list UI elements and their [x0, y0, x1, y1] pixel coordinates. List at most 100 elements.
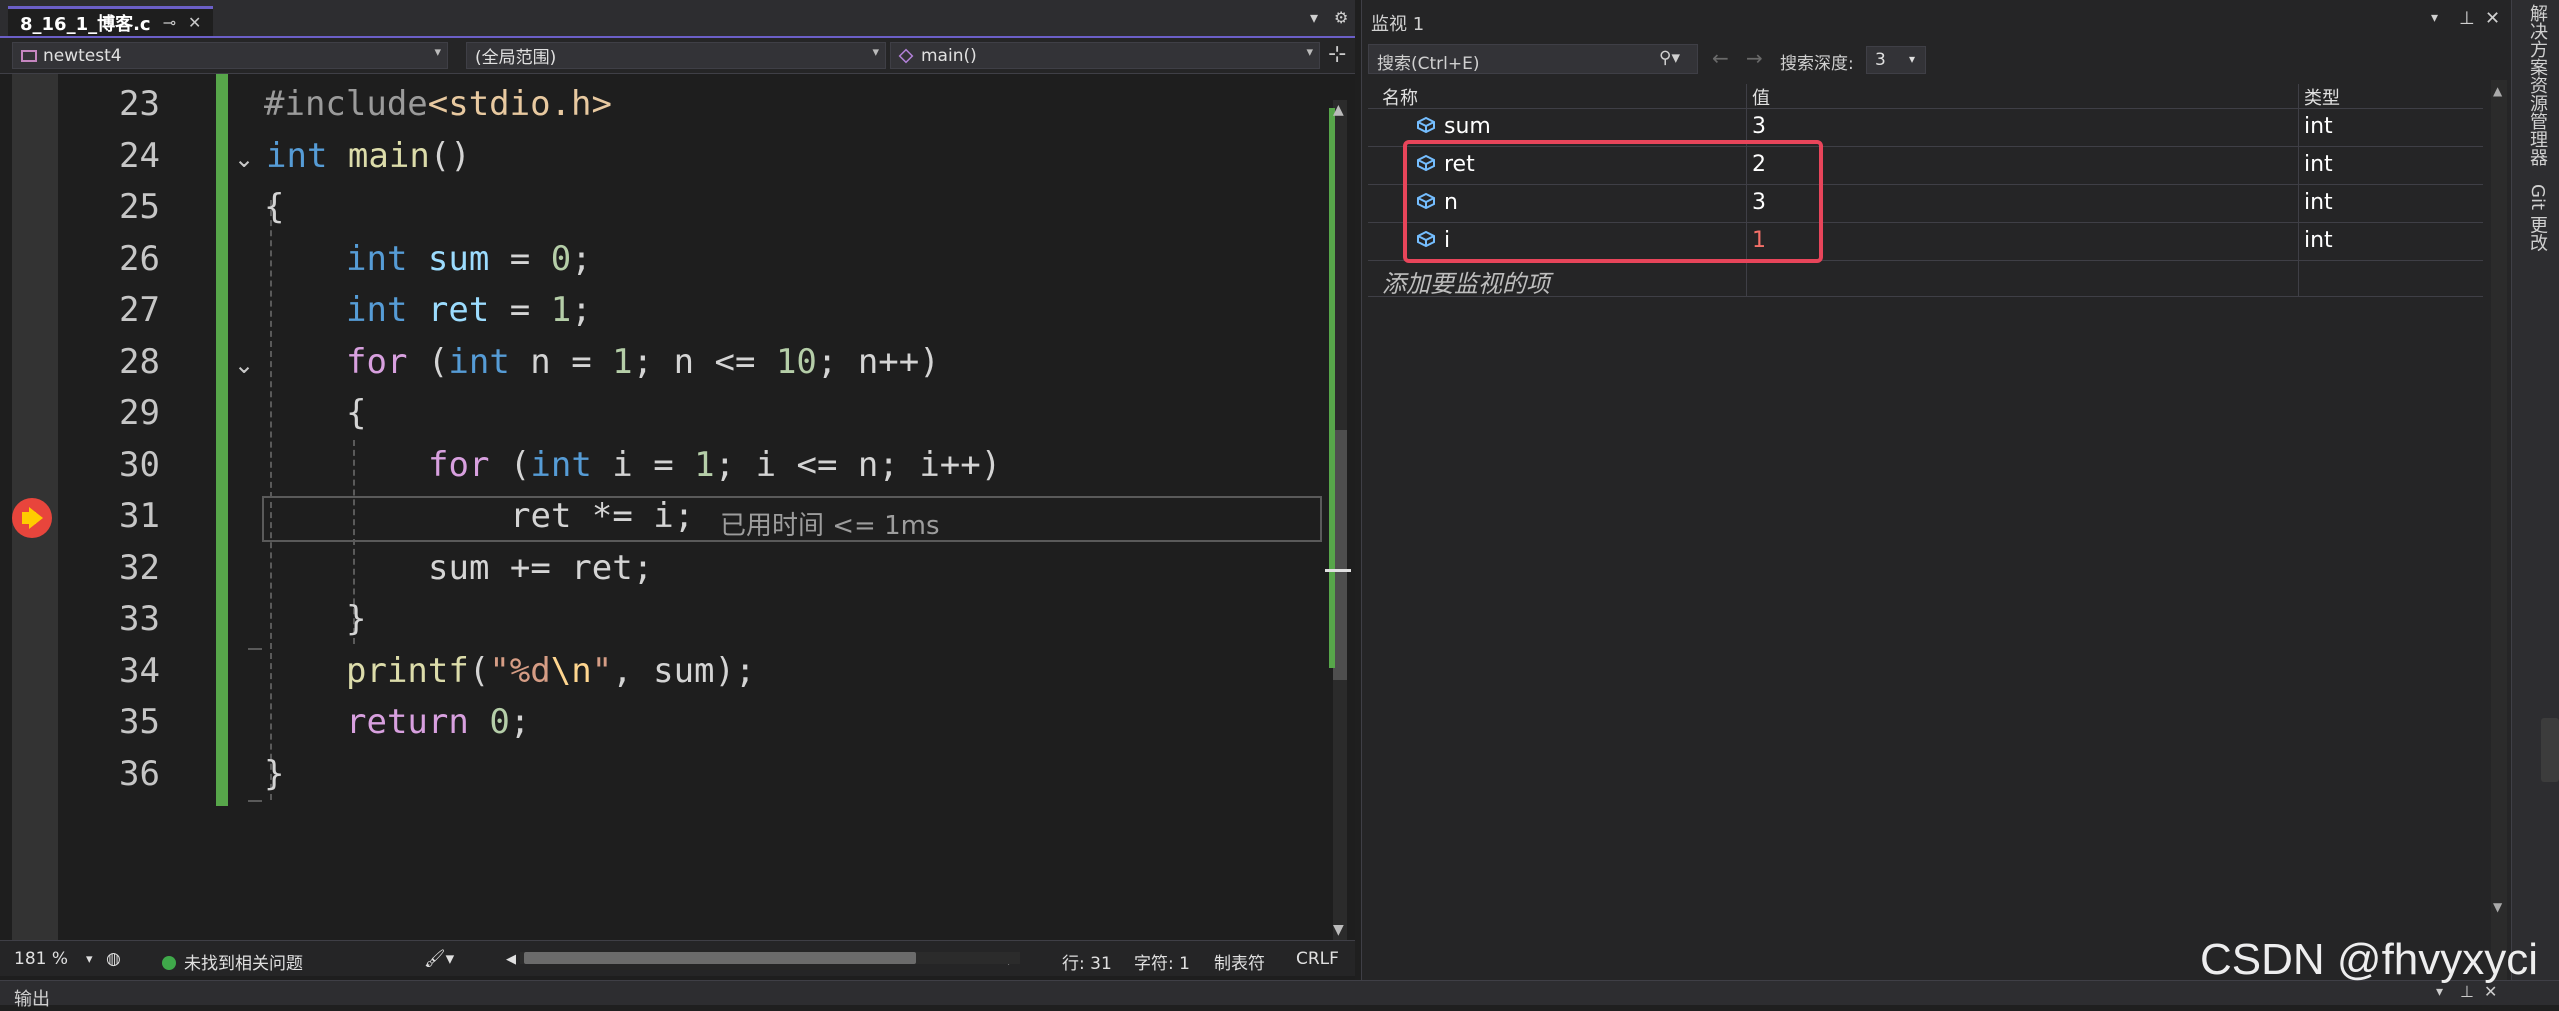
scroll-left-icon[interactable]: ◀ [506, 952, 516, 967]
column-header-value[interactable]: 值 [1752, 84, 1770, 110]
project-dropdown[interactable]: newtest4 ▾ [12, 42, 448, 69]
scroll-up-icon[interactable]: ▲ [2493, 84, 2502, 98]
fold-end-marker [248, 648, 262, 650]
line-number: 25 [119, 187, 160, 227]
zoom-dropdown-icon[interactable]: ▾ [86, 952, 93, 967]
fold-toggle-icon[interactable]: ⌄ [234, 147, 256, 171]
code-line-25[interactable]: { [264, 187, 284, 227]
code-line-23[interactable]: #include<stdio.h> [264, 84, 612, 124]
pin-icon[interactable]: ⊸ [163, 13, 176, 32]
split-editor-icon[interactable]: ⊹ [1328, 42, 1346, 67]
check-circle-icon [162, 956, 176, 970]
code-line-26[interactable]: int sum = 0; [346, 239, 592, 279]
line-number: 31 [119, 496, 160, 536]
editor-scroll-thumb[interactable] [1333, 430, 1347, 680]
close-tab-icon[interactable]: ✕ [188, 13, 201, 32]
solution-explorer-tab[interactable]: 解决方案资源管理器 [2524, 4, 2550, 166]
code-line-36[interactable]: } [264, 754, 284, 794]
watch-title-bar: 监视 1 ▾ ⊥ ✕ [1361, 8, 2511, 38]
pin-icon[interactable]: ⊥ [2459, 8, 2475, 29]
code-line-29[interactable]: { [346, 393, 366, 433]
search-icon[interactable]: ⚲▾ [1659, 48, 1680, 68]
code-line-32[interactable]: sum += ret; [428, 548, 653, 588]
code-line-28[interactable]: for (int n = 1; n <= 10; n++) [346, 342, 940, 382]
watch-type: int [2304, 228, 2333, 253]
fold-toggle-icon[interactable]: ⌄ [234, 353, 256, 377]
add-watch-item[interactable]: 添加要监视的项 [1382, 264, 1550, 299]
annotation-highlight-box [1403, 140, 1823, 263]
column-header-type[interactable]: 类型 [2304, 84, 2340, 110]
right-tool-sidebar: 解决方案资源管理器 Git 更改 [2511, 0, 2559, 1005]
scroll-down-icon[interactable]: ▼ [1333, 922, 1344, 938]
column-indicator[interactable]: 字符: 1 [1134, 949, 1190, 974]
copilot-icon[interactable]: ◍ [106, 949, 121, 969]
line-number: 27 [119, 290, 160, 330]
output-title: 输出 [14, 989, 50, 1010]
change-tracking-bar [216, 74, 228, 806]
watch-search-input[interactable]: 搜索(Ctrl+E) ⚲▾ [1368, 44, 1698, 74]
issues-status[interactable]: 未找到相关问题 [162, 949, 303, 974]
instruction-pointer-icon[interactable] [12, 498, 52, 538]
variable-icon [1417, 116, 1435, 134]
git-changes-tab[interactable]: Git 更改 [2524, 184, 2550, 252]
tabs-indicator[interactable]: 制表符 [1214, 949, 1265, 974]
project-name: newtest4 [43, 45, 122, 66]
line-number: 32 [119, 548, 160, 588]
search-depth-label: 搜索深度: [1780, 54, 1854, 74]
zoom-level[interactable]: 181 % [14, 949, 68, 969]
code-line-27[interactable]: int ret = 1; [346, 290, 592, 330]
line-number: 26 [119, 239, 160, 279]
chevron-down-icon: ▾ [872, 45, 879, 60]
code-line-24[interactable]: int main() [266, 136, 471, 176]
code-line-33[interactable]: } [346, 599, 366, 639]
line-number: 36 [119, 754, 160, 794]
scroll-down-icon[interactable]: ▼ [2493, 900, 2502, 914]
line-number: 30 [119, 445, 160, 485]
code-line-34[interactable]: printf("%d\n", sum); [346, 651, 755, 691]
forward-arrow-icon[interactable]: → [1746, 46, 1763, 70]
scroll-change-marker [1329, 108, 1335, 668]
window-menu-icon[interactable]: ▾ [2431, 10, 2438, 26]
line-indicator[interactable]: 行: 31 [1062, 949, 1112, 974]
column-header-name[interactable]: 名称 [1382, 84, 1418, 110]
code-line-30[interactable]: for (int i = 1; i <= n; i++) [428, 445, 1001, 485]
chevron-down-icon: ▾ [434, 45, 441, 60]
watch-type: int [2304, 152, 2333, 177]
watermark: CSDN @fhvyxyci [2200, 935, 2539, 984]
function-name: main() [921, 45, 977, 66]
watch-vertical-scrollbar[interactable]: ▲ ▼ [2491, 80, 2507, 980]
row-divider [1368, 296, 2483, 297]
window-menu-icon[interactable]: ▾ [2436, 984, 2443, 1000]
code-line-35[interactable]: return 0; [346, 702, 530, 742]
line-number: 28 [119, 342, 160, 382]
output-pane-header [0, 980, 2559, 1005]
function-dropdown[interactable]: main() ▾ [890, 42, 1320, 69]
issues-label: 未找到相关问题 [184, 954, 303, 974]
watch-name: sum [1444, 114, 1491, 139]
code-cleanup-icon[interactable]: 🖌▾ [424, 949, 454, 969]
code-line-31[interactable]: ret *= i; [510, 496, 694, 536]
scroll-up-icon[interactable]: ▲ [1333, 102, 1344, 118]
tab-file[interactable]: 8_16_1_博客.c ⊸ ✕ [8, 6, 214, 36]
back-arrow-icon[interactable]: ← [1712, 46, 1729, 70]
gear-icon[interactable]: ⚙ [1334, 8, 1348, 27]
sidebar-grip[interactable] [2541, 718, 2559, 782]
line-ending-indicator[interactable]: CRLF [1296, 949, 1339, 969]
chevron-down-icon: ▾ [1909, 52, 1916, 66]
perf-tip[interactable]: 已用时间 <= 1ms [720, 505, 940, 542]
line-number: 24 [119, 136, 160, 176]
function-icon [898, 48, 914, 63]
editor-tab-bar: 8_16_1_博客.c ⊸ ✕ ▾ ⚙ [0, 0, 1355, 38]
chevron-down-icon: ▾ [1306, 45, 1313, 60]
line-number: 34 [119, 651, 160, 691]
horizontal-scroll-thumb[interactable] [524, 952, 916, 964]
watch-value[interactable]: 3 [1752, 114, 1766, 139]
scroll-caret-marker [1325, 569, 1351, 572]
tab-list-dropdown-icon[interactable]: ▾ [1310, 8, 1318, 27]
search-depth-dropdown[interactable]: 3 ▾ [1866, 46, 1926, 74]
scope-dropdown[interactable]: (全局范围) ▾ [466, 42, 886, 69]
watch-title: 监视 1 [1371, 14, 1425, 35]
search-placeholder: 搜索(Ctrl+E) [1377, 54, 1480, 74]
line-number: 23 [119, 84, 160, 124]
close-icon[interactable]: ✕ [2485, 8, 2500, 29]
